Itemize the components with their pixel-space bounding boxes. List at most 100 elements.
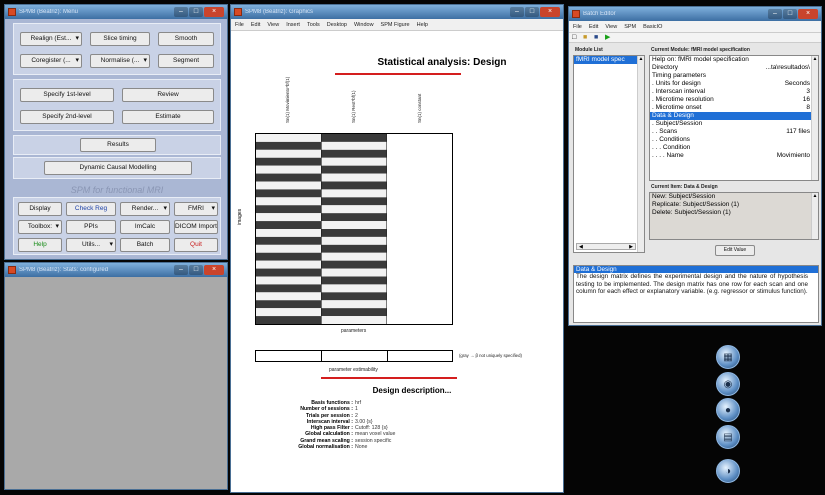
interactive-titlebar[interactable]: SPM8 (Beatriz): Stats: configured – □ × (5, 263, 227, 277)
tree-item[interactable]: . . Scans 117 files (650, 128, 818, 136)
minimize-icon[interactable]: – (174, 7, 188, 17)
tree-item[interactable]: . Units for design Seconds (650, 80, 818, 88)
menu-tools[interactable]: Tools (307, 22, 320, 28)
horizontal-scrollbar[interactable]: ◀ ▶ (576, 243, 636, 250)
close-icon[interactable]: × (204, 7, 224, 17)
modality-select[interactable]: FMRI (174, 202, 218, 216)
edit-value-button[interactable]: Edit Value (715, 245, 755, 256)
column-label: Sn(1) Rest*bf(1) (351, 90, 356, 123)
spm-logo-icon (8, 8, 16, 16)
design-matrix (255, 133, 453, 325)
dcm-button[interactable]: Dynamic Causal Modelling (44, 161, 192, 175)
dcm-panel: Dynamic Causal Modelling (13, 157, 221, 179)
spm-menu-titlebar[interactable]: SPM8 (Beatriz): Menu – □ × (5, 5, 227, 19)
tree-item[interactable]: . . . Condition (650, 144, 818, 152)
graphics-titlebar[interactable]: SPM8 (Beatriz): Graphics – □ × (231, 5, 563, 19)
menu-spm[interactable]: SPM (624, 24, 636, 30)
maximize-icon[interactable]: □ (525, 7, 539, 17)
window-title: Batch Editor (583, 11, 616, 17)
tree-item[interactable]: . . Conditions (650, 136, 818, 144)
close-icon[interactable]: × (204, 265, 224, 275)
menu-file[interactable]: File (235, 22, 244, 28)
specify-2nd-level-button[interactable]: Specify 2nd-level (20, 110, 114, 124)
specify-1st-level-button[interactable]: Specify 1st-level (20, 88, 114, 102)
option-item[interactable]: Delete: Subject/Session (1) (650, 209, 818, 217)
tree-item[interactable]: . . . . Name Movimiento (650, 152, 818, 160)
smooth-button[interactable]: Smooth (158, 32, 214, 46)
imcalc-button[interactable]: ImCalc (120, 220, 170, 234)
regressor-block (256, 221, 322, 229)
realign-button[interactable]: Realign (Est... (20, 32, 82, 46)
review-button[interactable]: Review (122, 88, 214, 102)
ppis-button[interactable]: PPIs (66, 220, 116, 234)
regressor-block (256, 157, 322, 166)
menu-help[interactable]: Help (417, 22, 428, 28)
menu-basicio[interactable]: BasicIO (643, 24, 662, 30)
app-icon-3[interactable]: ● (716, 398, 740, 422)
normalise-button[interactable]: Normalise (... (90, 54, 150, 68)
display-button[interactable]: Display (18, 202, 62, 216)
column-label: Sn(1) constant (417, 93, 422, 123)
coregister-button[interactable]: Coregister (... (20, 54, 82, 68)
scrollbar[interactable]: ▲ (637, 56, 644, 252)
maximize-icon[interactable]: □ (189, 265, 203, 275)
dicom-import-button[interactable]: DICOM Import (174, 220, 218, 234)
open-folder-icon[interactable]: ■ (583, 34, 590, 41)
tree-item[interactable]: Timing parameters (650, 72, 818, 80)
menu-spm-figure[interactable]: SPM Figure (381, 22, 410, 28)
check-reg-button[interactable]: Check Reg (66, 202, 116, 216)
menu-window[interactable]: Window (354, 22, 374, 28)
design-matrix-image (256, 134, 452, 324)
option-item[interactable]: Replicate: Subject/Session (1) (650, 201, 818, 209)
menu-view[interactable]: View (267, 22, 279, 28)
quit-button[interactable]: Quit (174, 238, 218, 252)
run-icon[interactable]: ▶ (605, 34, 612, 41)
option-item[interactable]: New: Subject/Session (650, 193, 818, 201)
menu-edit[interactable]: Edit (589, 24, 598, 30)
item-options[interactable]: New: Subject/Session Replicate: Subject/… (649, 192, 819, 240)
estimate-button[interactable]: Estimate (122, 110, 214, 124)
list-item[interactable]: fMRI model spec (574, 56, 644, 64)
minimize-icon[interactable]: – (510, 7, 524, 17)
tree-item[interactable]: Help on: fMRI model specification (650, 56, 818, 64)
module-tree[interactable]: Help on: fMRI model specification Direct… (649, 55, 819, 181)
app-icon-4[interactable]: ▤ (716, 425, 740, 449)
tree-item[interactable]: . Interscan interval 3 (650, 88, 818, 96)
minimize-icon[interactable]: – (768, 9, 782, 19)
menu-view[interactable]: View (605, 24, 617, 30)
spm-logo-icon (234, 8, 242, 16)
tree-item[interactable]: Directory ...ta\resultados\ (650, 64, 818, 72)
batch-button[interactable]: Batch (120, 238, 170, 252)
module-list[interactable]: fMRI model spec ▲ ◀ ▶ (573, 55, 645, 253)
menu-desktop[interactable]: Desktop (327, 22, 347, 28)
results-button[interactable]: Results (80, 138, 156, 152)
help-button[interactable]: Help (18, 238, 62, 252)
app-icon-5[interactable]: ◑ (716, 459, 740, 483)
close-icon[interactable]: × (540, 7, 560, 17)
utils-select[interactable]: Utils... (66, 238, 116, 252)
tree-item[interactable]: . Subject/Session (650, 120, 818, 128)
slice-timing-button[interactable]: Slice timing (90, 32, 150, 46)
close-icon[interactable]: × (798, 9, 818, 19)
menu-insert[interactable]: Insert (286, 22, 300, 28)
menu-file[interactable]: File (573, 24, 582, 30)
app-icon-1[interactable]: ▦ (716, 345, 740, 369)
minimize-icon[interactable]: – (174, 265, 188, 275)
segment-button[interactable]: Segment (158, 54, 214, 68)
tree-item[interactable]: . Microtime resolution 16 (650, 96, 818, 104)
scrollbar[interactable]: ▲ (811, 56, 818, 180)
render-button[interactable]: Render... (120, 202, 170, 216)
batch-titlebar[interactable]: Batch Editor – □ × (569, 7, 821, 21)
tree-item[interactable]: . Microtime onset 8 (650, 104, 818, 112)
new-file-icon[interactable]: □ (572, 34, 579, 41)
maximize-icon[interactable]: □ (189, 7, 203, 17)
save-icon[interactable]: ■ (594, 34, 601, 41)
toolbox-select[interactable]: Toolbox: (18, 220, 62, 234)
regressor-block (256, 149, 322, 158)
tree-item-selected[interactable]: Data & Design (650, 112, 818, 120)
regressor-block (321, 284, 387, 293)
maximize-icon[interactable]: □ (783, 9, 797, 19)
scrollbar[interactable]: ▲ (811, 193, 818, 239)
menu-edit[interactable]: Edit (251, 22, 260, 28)
app-icon-2[interactable]: ◉ (716, 372, 740, 396)
